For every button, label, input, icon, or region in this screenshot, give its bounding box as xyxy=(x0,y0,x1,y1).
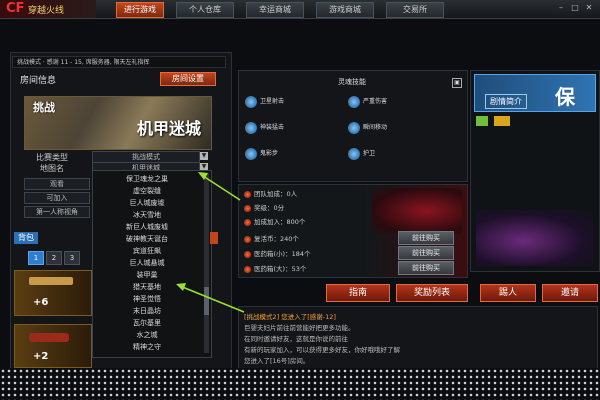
screen-dither-strip xyxy=(0,368,600,400)
guide-arrows xyxy=(176,172,245,313)
guide-arrow-upper xyxy=(198,172,241,201)
guide-arrow-lower xyxy=(176,283,245,313)
